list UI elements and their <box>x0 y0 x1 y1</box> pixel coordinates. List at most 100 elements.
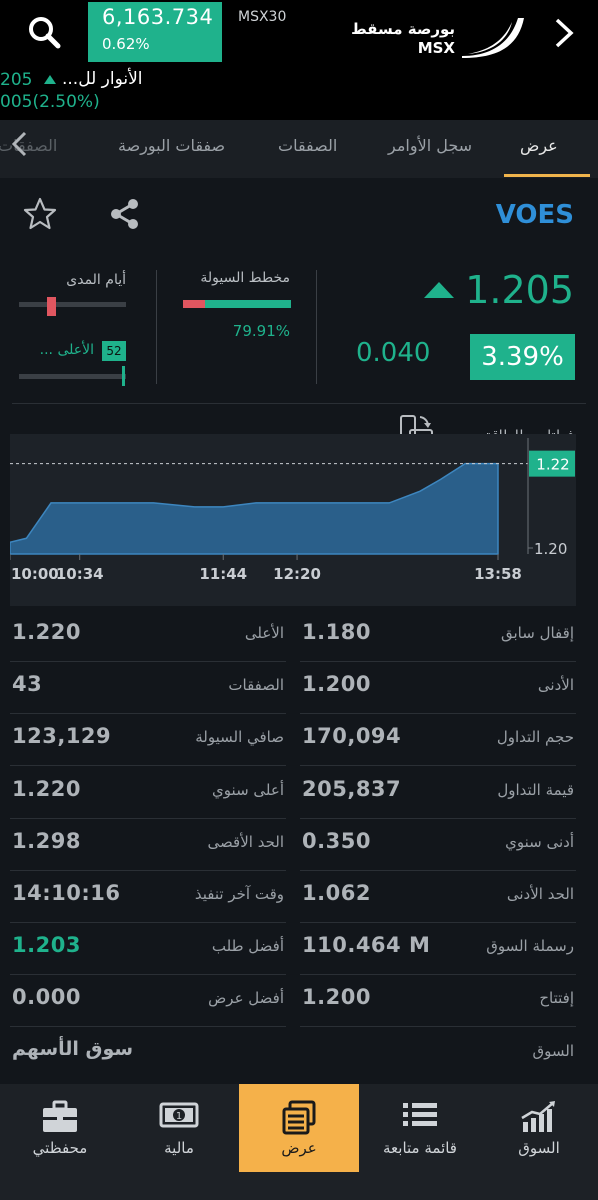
market-value: سوق الأسهم <box>12 1037 134 1060</box>
divider <box>156 270 157 384</box>
last-price: 1.205 <box>465 268 574 312</box>
stat-value: 123,129 <box>12 724 112 749</box>
market-label: السوق <box>532 1041 574 1060</box>
stat-value: 1.062 <box>302 881 371 905</box>
stat-row: 43 الصفقات <box>10 662 286 715</box>
divider <box>316 270 317 384</box>
tab-view[interactable]: عرض <box>520 136 558 155</box>
tab-bar: عرض سجل الأوامر الصفقات صفقات البورصة ال… <box>0 120 598 178</box>
tab-order-book[interactable]: سجل الأوامر <box>388 136 472 155</box>
stock-symbol: VOES <box>495 200 574 230</box>
stat-value: 0.000 <box>12 985 81 1010</box>
chevron-right-icon[interactable] <box>552 16 576 50</box>
price-area-series <box>10 462 499 555</box>
tab-trades[interactable]: الصفقات <box>278 136 337 155</box>
week52-badge: 52 <box>102 341 126 361</box>
up-arrow-icon <box>44 75 56 84</box>
active-tab-indicator <box>504 174 590 177</box>
price-change: 0.040 <box>356 338 431 368</box>
change-percent-badge: 3.39% <box>470 334 575 380</box>
stat-label: أدنى سنوي <box>505 832 574 851</box>
days-range-label: أيام المدى <box>66 272 126 288</box>
svg-text:1: 1 <box>176 1111 182 1122</box>
stat-value: 1.200 <box>302 672 371 697</box>
index-change: 0.62% <box>102 35 150 53</box>
liquidity-bar-outflow <box>183 300 205 308</box>
nav-label: السوق <box>518 1139 560 1157</box>
nav-watchlist[interactable]: قائمة متابعة <box>360 1084 480 1172</box>
ticker-name[interactable]: الأنوار لل... <box>62 69 143 89</box>
nav-view[interactable]: عرض <box>239 1084 359 1172</box>
nav-finance[interactable]: 1 مالية <box>120 1084 238 1172</box>
stat-value: 1.180 <box>302 620 371 644</box>
nav-label: عرض <box>281 1139 317 1157</box>
exchange-name-ar: بورصة مسقط <box>351 20 455 38</box>
stat-row: 123,129 صافي السيولة <box>10 714 286 767</box>
stat-value: 170,094 <box>302 724 402 749</box>
stat-label: صافي السيولة <box>195 728 284 747</box>
stat-label: أفضل عرض <box>208 989 284 1008</box>
divider <box>12 403 586 404</box>
x-tick-label: 11:44 <box>199 565 247 583</box>
stat-row: 110.464 M رسملة السوق <box>300 923 576 976</box>
stat-row: 1.203 أفضل طلب <box>10 923 286 976</box>
stat-label: الحد الأقصى <box>207 832 284 851</box>
stat-row: 1.220 أعلى سنوي <box>10 767 286 819</box>
stat-label: الحد الأدنى <box>506 885 574 903</box>
ticker-price: 205 <box>0 70 33 90</box>
nav-label: مالية <box>164 1139 194 1157</box>
stat-label: الأدنى <box>537 676 574 695</box>
liquidity-percent: 79.91% <box>232 322 290 340</box>
price-up-arrow-icon <box>424 282 454 298</box>
stat-row: 1.200 إفتتاح <box>300 975 576 1028</box>
market-row: سوق الأسهم السوق <box>10 1028 576 1080</box>
tab-exchange-trades[interactable]: صفقات البورصة <box>118 136 225 155</box>
stat-value: 43 <box>12 672 43 697</box>
week52-label: الأعلى ... <box>39 342 94 358</box>
stat-row: 0.350 أدنى سنوي <box>300 819 576 871</box>
watchlist-icon <box>403 1103 437 1126</box>
stat-value: 1.220 <box>12 620 81 644</box>
exchange-name-en: MSX <box>417 39 455 57</box>
top-bar: 6,163.734 0.62% MSX30 بورصة مسقط MSX 205… <box>0 0 598 120</box>
quote-view-icon <box>282 1100 316 1135</box>
y-tick-label: 1.20 <box>534 540 567 558</box>
stat-value: 14:10:16 <box>12 881 121 905</box>
index-name: MSX30 <box>238 9 287 25</box>
stat-row: 1.180 إقفال سابق <box>300 610 576 662</box>
stat-value: 110.464 M <box>302 933 431 958</box>
portfolio-icon <box>43 1100 77 1132</box>
nav-market[interactable]: السوق <box>480 1084 598 1172</box>
stat-row: 1.220 الأعلى <box>10 610 286 662</box>
liquidity-label: مخطط السيولة <box>200 270 290 286</box>
stat-label: حجم التداول <box>496 728 574 747</box>
stat-row: 1.062 الحد الأدنى <box>300 871 576 923</box>
stat-row: 0.000 أفضل عرض <box>10 975 286 1028</box>
stat-row: 1.298 الحد الأقصى <box>10 819 286 871</box>
stat-value: 0.350 <box>302 828 371 853</box>
stat-value: 1.220 <box>12 776 81 801</box>
stat-row: 1.200 الأدنى <box>300 662 576 715</box>
stat-label: رسملة السوق <box>486 937 574 956</box>
stat-label: قيمة التداول <box>497 780 574 799</box>
stat-label: وقت آخر تنفيذ <box>194 885 284 903</box>
days-range-track <box>19 302 126 307</box>
chevron-left-icon[interactable] <box>10 130 30 158</box>
nav-label: محفظتي <box>32 1139 88 1157</box>
current-price-label: 1.22 <box>536 456 569 474</box>
nav-label: قائمة متابعة <box>383 1139 457 1157</box>
ticker-change: 005(2.50%) <box>0 92 100 112</box>
msx-logo-icon <box>462 18 524 58</box>
search-icon[interactable] <box>26 14 62 50</box>
nav-portfolio[interactable]: محفظتي <box>0 1084 120 1172</box>
index-ticker[interactable]: 6,163.734 0.62% <box>88 2 222 62</box>
stat-value: 1.298 <box>12 828 81 853</box>
share-icon[interactable] <box>108 196 142 232</box>
stat-value: 1.200 <box>302 985 371 1010</box>
stat-label: أعلى سنوي <box>212 780 284 799</box>
stat-label: الصفقات <box>228 676 284 695</box>
week52-range-track <box>19 374 126 379</box>
intraday-chart[interactable]: 1.22 1.20 10:0010:34 11:44 12:20 13:58 <box>10 434 576 606</box>
star-icon[interactable] <box>22 196 58 232</box>
week52-range-marker <box>121 366 125 386</box>
